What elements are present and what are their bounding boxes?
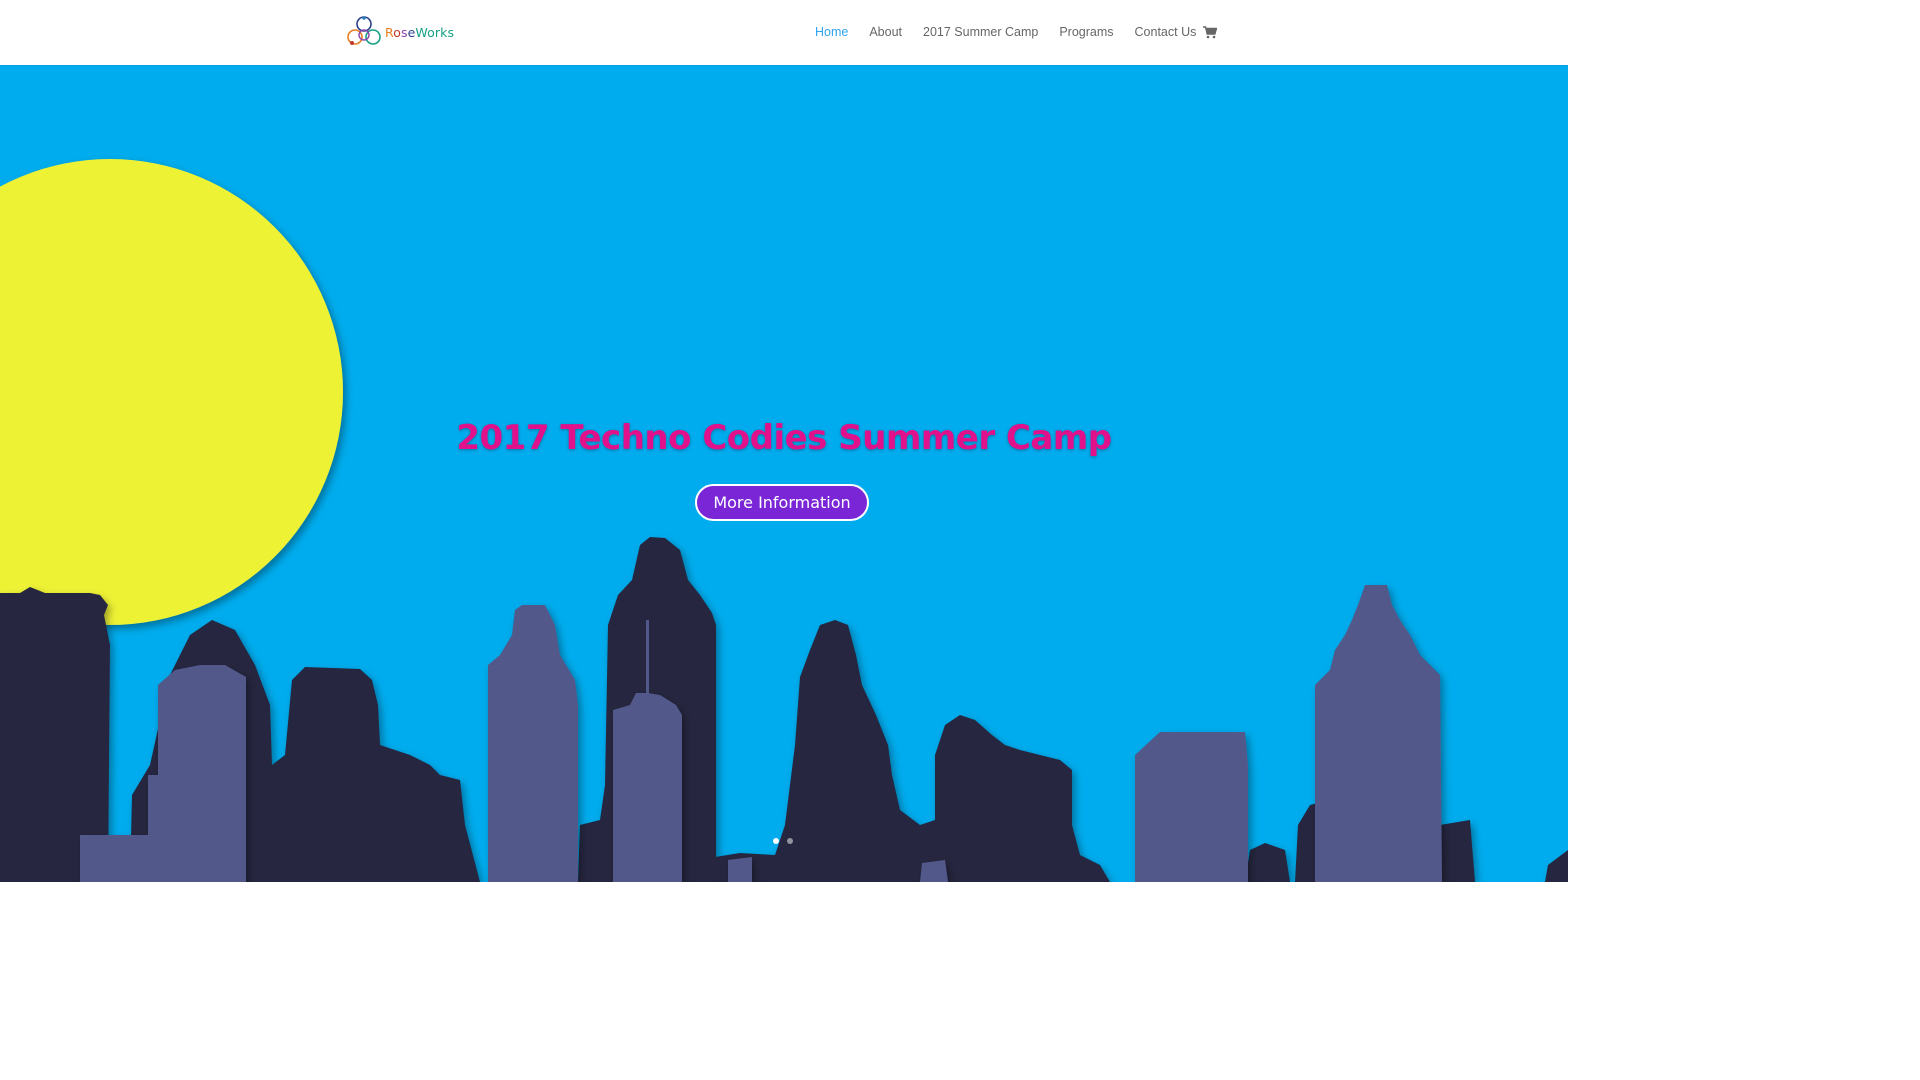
logo-text: RoseWorks bbox=[385, 25, 454, 40]
logo-letter: s bbox=[400, 24, 408, 40]
main-navigation: Home About 2017 Summer Camp Programs Con… bbox=[815, 25, 1217, 39]
slider-pagination bbox=[773, 838, 801, 844]
site-header: RoseWorks Home About 2017 Summer Camp Pr… bbox=[0, 0, 1568, 65]
nav-item-programs[interactable]: Programs bbox=[1059, 25, 1113, 39]
more-information-button[interactable]: More Information bbox=[695, 484, 869, 521]
shopping-cart-icon bbox=[1203, 26, 1218, 39]
sun-shape bbox=[0, 159, 343, 625]
hero-title: 2017 Techno Codies Summer Camp bbox=[456, 418, 1112, 458]
nav-item-home[interactable]: Home bbox=[815, 25, 848, 39]
slide-dot-2[interactable] bbox=[787, 838, 793, 844]
logo-letter: R bbox=[385, 24, 394, 40]
nav-item-about[interactable]: About bbox=[869, 25, 902, 39]
nav-item-contact-us[interactable]: Contact Us bbox=[1135, 25, 1197, 39]
slide-dot-1[interactable] bbox=[773, 838, 779, 844]
logo-letter: Works bbox=[415, 24, 455, 40]
roseworks-knot-logo-icon bbox=[347, 16, 381, 45]
hero-slider: 2017 Techno Codies Summer Camp More Info… bbox=[0, 65, 1568, 882]
logo-letter: o bbox=[393, 24, 401, 40]
site-logo[interactable]: RoseWorks bbox=[346, 14, 454, 50]
nav-item-summer-camp[interactable]: 2017 Summer Camp bbox=[923, 25, 1038, 39]
city-skyline-illustration bbox=[0, 159, 1568, 882]
cart-button[interactable] bbox=[1203, 26, 1218, 44]
